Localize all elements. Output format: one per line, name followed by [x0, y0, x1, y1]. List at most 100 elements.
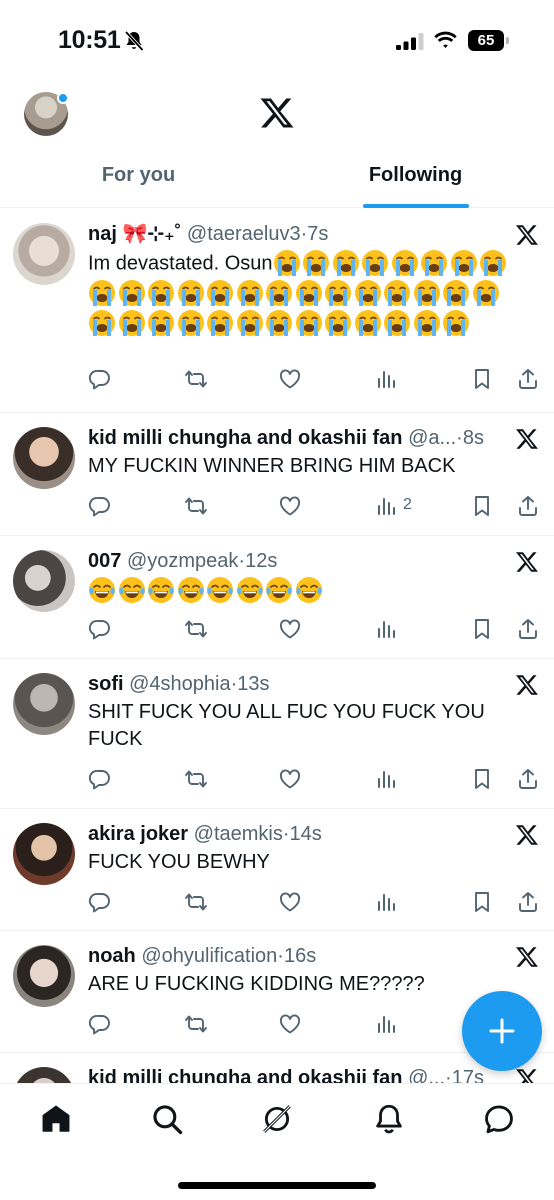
compose-button[interactable] — [462, 991, 542, 1071]
tweet-handle[interactable]: @... — [408, 1067, 445, 1083]
tweet-actions — [88, 890, 538, 916]
reply-button[interactable] — [88, 890, 112, 916]
tweet-handle[interactable]: @a... — [408, 427, 456, 449]
like-button[interactable] — [278, 617, 302, 643]
tweet-header: sofi @4shophia·13s — [88, 671, 498, 697]
share-button[interactable] — [516, 617, 540, 643]
loudly-crying-face-emoji — [413, 310, 440, 336]
share-button[interactable] — [516, 494, 540, 520]
x-badge-icon — [516, 825, 538, 845]
face-with-tears-of-joy-emoji — [207, 577, 233, 603]
nav-search[interactable] — [150, 1102, 184, 1136]
bookmark-button[interactable] — [470, 617, 494, 643]
tweet-author-name[interactable]: kid milli chungha and okashii fan — [88, 1067, 403, 1083]
reply-button[interactable] — [88, 367, 112, 393]
nav-messages[interactable] — [482, 1102, 516, 1136]
tweet-avatar[interactable] — [13, 673, 75, 735]
share-button[interactable] — [516, 890, 540, 916]
home-icon — [42, 1105, 70, 1132]
repost-button[interactable] — [184, 617, 208, 643]
repost-button[interactable] — [184, 494, 208, 520]
tweet[interactable]: 007 @yozmpeak·12s — [0, 536, 554, 659]
tweet-time: 8s — [462, 427, 484, 449]
bookmark-button[interactable] — [470, 494, 494, 520]
share-button[interactable] — [516, 367, 540, 393]
tweet-author-name[interactable]: 007 — [88, 550, 121, 572]
tweet-author-name[interactable]: akira joker — [88, 823, 188, 845]
views-button[interactable] — [375, 367, 399, 393]
tweet-handle[interactable]: @ohyulification — [141, 945, 277, 967]
x-badge-icon — [516, 1069, 537, 1083]
nav-notifications[interactable] — [372, 1102, 406, 1136]
tweet[interactable]: naj 🎀⊹₊˚ @taeraeluv3·7s Im devastated. O… — [0, 209, 554, 413]
tweet-avatar[interactable] — [13, 550, 75, 612]
tweet-header: naj 🎀⊹₊˚ @taeraeluv3·7s — [88, 221, 498, 247]
reply-button[interactable] — [88, 1012, 112, 1038]
tweet-avatar[interactable] — [13, 945, 75, 1007]
like-button[interactable] — [278, 494, 302, 520]
tweet-handle[interactable]: @taemkis — [194, 823, 283, 845]
like-button[interactable] — [278, 1012, 302, 1038]
tweet-handle[interactable]: @taeraeluv3 — [187, 223, 301, 245]
loudly-crying-face-emoji — [148, 280, 174, 306]
like-button[interactable] — [278, 367, 302, 393]
tweet[interactable]: kid milli chungha and okashii fan @...·1… — [0, 1053, 554, 1083]
loudly-crying-face-emoji — [391, 250, 418, 276]
tab-for-you[interactable]: For you — [0, 152, 277, 208]
heart-icon — [279, 619, 301, 639]
tweet-author-name[interactable]: kid milli chungha and okashii fan — [88, 427, 403, 449]
bookmark-button[interactable] — [470, 367, 494, 393]
bookmark-button[interactable] — [470, 890, 494, 916]
views-button[interactable] — [375, 1012, 399, 1038]
x-logo-icon — [260, 98, 294, 128]
tweet-handle[interactable]: @yozmpeak — [127, 550, 238, 572]
loudly-crying-face-emoji — [443, 280, 469, 306]
loudly-crying-face-emoji — [89, 280, 115, 306]
loudly-crying-face-emoji — [450, 250, 477, 276]
loudly-crying-face-emoji — [354, 310, 381, 336]
x-badge-icon — [516, 225, 538, 245]
views-button[interactable] — [375, 890, 399, 916]
share-button[interactable] — [516, 767, 540, 793]
repost-button[interactable] — [184, 1012, 208, 1038]
views-button[interactable] — [375, 617, 399, 643]
tweet-author-name[interactable]: noah — [88, 945, 136, 967]
tweet-avatar[interactable] — [13, 223, 75, 285]
share-icon — [519, 496, 537, 516]
tweet[interactable]: kid milli chungha and okashii fan @a...·… — [0, 413, 554, 536]
tweet-header: 007 @yozmpeak·12s — [88, 548, 498, 574]
tweet-author-name[interactable]: naj 🎀⊹₊˚ — [88, 223, 181, 245]
like-button[interactable] — [278, 890, 302, 916]
tweet-time: 13s — [237, 673, 270, 695]
views-button[interactable]: 2 — [375, 494, 412, 520]
bookmark-button[interactable] — [470, 767, 494, 793]
tweet[interactable]: akira joker @taemkis·14s FUCK YOU BEWHY — [0, 809, 554, 931]
tweet-actions: 2 — [88, 494, 538, 520]
home-indicator — [178, 1182, 376, 1189]
tweet-avatar[interactable] — [13, 1067, 75, 1083]
tweet-handle[interactable]: @4shophia — [129, 673, 230, 695]
reply-button[interactable] — [88, 617, 112, 643]
repost-icon — [185, 497, 207, 515]
tweet-author-name[interactable]: sofi — [88, 673, 124, 695]
nav-home[interactable] — [39, 1102, 73, 1136]
repost-button[interactable] — [184, 767, 208, 793]
face-with-tears-of-joy-emoji — [295, 577, 322, 603]
tweet[interactable]: sofi @4shophia·13s SHIT FUCK YOU ALL FUC… — [0, 659, 554, 809]
like-button[interactable] — [278, 767, 302, 793]
loudly-crying-face-emoji — [295, 310, 322, 336]
repost-button[interactable] — [184, 367, 208, 393]
views-button[interactable] — [375, 767, 399, 793]
tab-following[interactable]: Following — [277, 152, 554, 208]
grok-icon — [263, 1105, 291, 1133]
tweet-avatar[interactable] — [13, 427, 75, 489]
reply-icon — [88, 770, 110, 790]
tweet-separator: · — [456, 427, 463, 449]
reply-button[interactable] — [88, 767, 112, 793]
repost-button[interactable] — [184, 890, 208, 916]
loudly-crying-face-emoji — [236, 310, 263, 336]
nav-grok[interactable] — [260, 1102, 294, 1136]
tweet-actions — [88, 617, 538, 643]
tweet-avatar[interactable] — [13, 823, 75, 885]
reply-button[interactable] — [88, 494, 112, 520]
